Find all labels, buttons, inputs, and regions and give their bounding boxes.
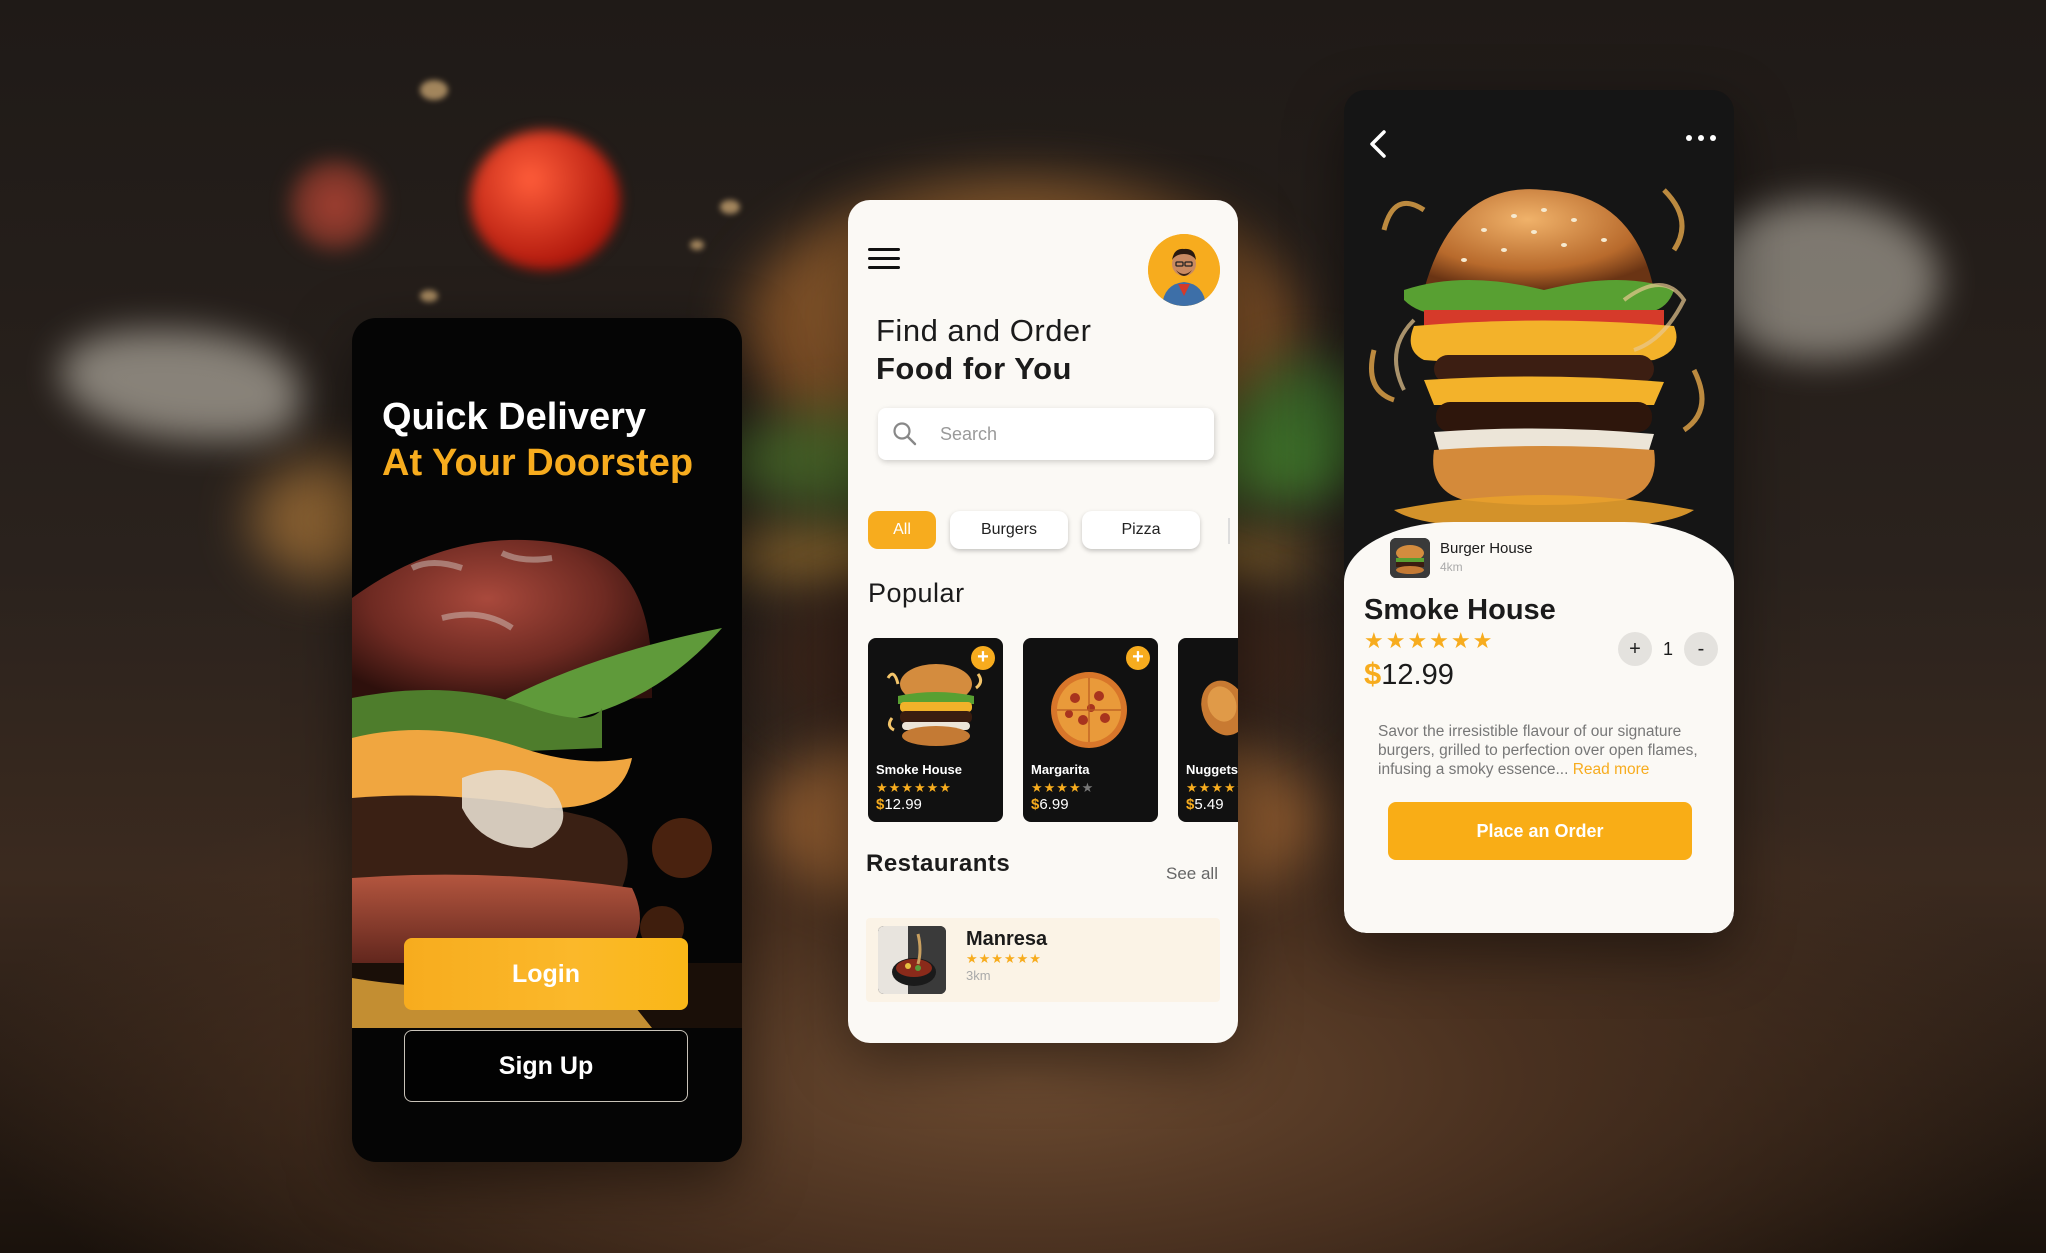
chip-scroll-divider [1228, 518, 1230, 544]
home-headline: Find and Order Food for You [876, 312, 1092, 388]
restaurant-name: Manresa [966, 928, 1048, 950]
food-name: Smoke House [876, 762, 962, 777]
popular-carousel[interactable]: + Smoke House ★★★★★★ $12.99 + Margarita … [868, 638, 1238, 822]
star-rating-icon: ★★★★★★ [966, 951, 1042, 966]
user-avatar[interactable] [1148, 234, 1220, 306]
hamburger-menu-icon[interactable] [868, 248, 900, 270]
headline-line-1: Find and Order [876, 313, 1092, 348]
food-name: Margarita [1031, 762, 1090, 777]
product-detail-screen: Burger House 4km Smoke House ★★★★★★ $12.… [1344, 90, 1734, 933]
quantity-stepper: + 1 - [1618, 632, 1718, 666]
search-icon [893, 422, 917, 446]
restaurant-list-item[interactable]: Manresa ★★★★★★ 3km [866, 918, 1220, 1002]
shop-name[interactable]: Burger House [1440, 540, 1533, 557]
shop-distance: 4km [1440, 560, 1463, 574]
search-input[interactable] [940, 423, 1180, 445]
star-rating-icon: ★★★★★ [1186, 780, 1238, 795]
food-card[interactable]: + Margarita ★★★★★ $6.99 [1023, 638, 1158, 822]
increment-button[interactable]: + [1618, 632, 1652, 666]
food-card[interactable]: Nuggets ★★★★★ $5.49 [1178, 638, 1238, 822]
food-price: $5.49 [1186, 796, 1224, 813]
food-price: $12.99 [876, 796, 922, 813]
see-all-link[interactable]: See all [1166, 864, 1218, 884]
place-order-button[interactable]: Place an Order [1388, 802, 1692, 860]
restaurants-heading: Restaurants [866, 850, 1011, 877]
food-card[interactable]: + Smoke House ★★★★★★ $12.99 [868, 638, 1003, 822]
headline-line-2: Food for You [876, 351, 1072, 386]
login-screen: Quick Delivery At Your Doorstep Login Si… [352, 318, 742, 1162]
category-chips: All Burgers Pizza [868, 511, 1200, 549]
food-name: Nuggets [1186, 762, 1238, 777]
shop-thumbnail [1390, 538, 1430, 578]
popular-heading: Popular [868, 578, 965, 608]
product-description: Savor the irresistible flavour of our si… [1378, 723, 1698, 778]
headline-line-1: Quick Delivery [382, 396, 647, 438]
restaurant-thumbnail [878, 926, 946, 994]
restaurant-distance: 3km [966, 968, 991, 983]
quantity-value: 1 [1662, 638, 1673, 659]
product-price: $12.99 [1364, 656, 1454, 691]
more-options-icon[interactable] [1684, 132, 1718, 144]
category-chip-all[interactable]: All [868, 511, 936, 549]
search-box[interactable] [878, 408, 1214, 460]
nuggets-thumbnail [1201, 680, 1238, 736]
add-to-cart-icon[interactable]: + [971, 646, 995, 670]
star-rating-icon: ★★★★★★ [876, 780, 952, 795]
category-chip-burgers[interactable]: Burgers [950, 511, 1068, 549]
add-to-cart-icon[interactable]: + [1126, 646, 1150, 670]
decrement-button[interactable]: - [1684, 632, 1718, 666]
food-price: $6.99 [1031, 796, 1069, 813]
signup-button[interactable]: Sign Up [404, 1030, 688, 1102]
category-chip-pizza[interactable]: Pizza [1082, 511, 1200, 549]
product-info-sheet: Burger House 4km Smoke House ★★★★★★ $12.… [1344, 522, 1734, 933]
home-screen: Find and Order Food for You All Burgers … [848, 200, 1238, 1043]
product-title: Smoke House [1364, 594, 1556, 626]
login-headline: Quick Delivery At Your Doorstep [382, 394, 693, 486]
star-rating-icon: ★★★★★★ [1364, 628, 1495, 653]
headline-line-2: At Your Doorstep [382, 442, 694, 484]
login-button[interactable]: Login [404, 938, 688, 1010]
star-rating-icon: ★★★★★ [1031, 780, 1095, 795]
read-more-link[interactable]: Read more [1573, 761, 1650, 778]
